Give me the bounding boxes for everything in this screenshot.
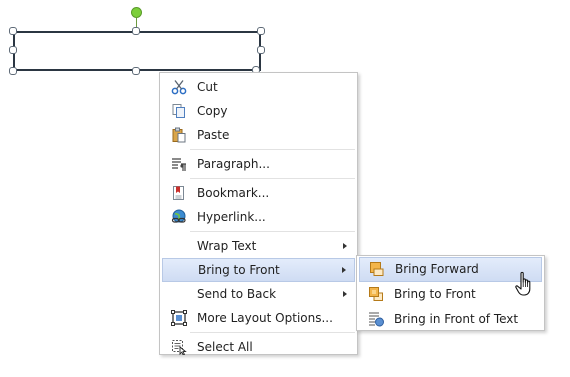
menu-item-more-layout-options[interactable]: More Layout Options... [162, 306, 355, 330]
resize-handle-middle-left[interactable] [9, 46, 17, 54]
bring-to-front-icon [369, 287, 383, 301]
submenu-item-label: Bring Forward [395, 262, 479, 276]
menu-item-select-all[interactable]: Select All [162, 335, 355, 359]
menu-item-label: Send to Back [197, 287, 277, 301]
submenu-item-bring-in-front-of-text[interactable]: Bring in Front of Text [359, 307, 542, 332]
select-all-icon [172, 340, 187, 355]
bookmark-icon [173, 186, 184, 200]
menu-item-bookmark[interactable]: Bookmark... [162, 181, 355, 205]
paste-icon [172, 127, 186, 143]
submenu-arrow-icon [343, 291, 347, 297]
menu-separator [190, 178, 355, 179]
menu-item-paste[interactable]: Paste [162, 123, 355, 147]
menu-item-label: Bookmark... [197, 186, 270, 200]
rotation-handle[interactable] [131, 7, 142, 18]
menu-separator [190, 149, 355, 150]
menu-item-label: More Layout Options... [197, 311, 333, 325]
submenu-item-label: Bring in Front of Text [394, 312, 519, 326]
menu-separator [190, 332, 355, 333]
menu-item-bring-to-front[interactable]: Bring to Front [162, 258, 355, 282]
layout-options-icon [171, 310, 187, 326]
resize-handle-bottom-left[interactable] [9, 67, 17, 75]
resize-handle-top-center[interactable] [132, 27, 140, 35]
menu-item-send-to-back[interactable]: Send to Back [162, 282, 355, 306]
menu-item-copy[interactable]: Copy [162, 99, 355, 123]
menu-item-label: Paragraph... [197, 157, 270, 171]
bring-forward-icon [370, 262, 384, 276]
resize-handle-bottom-center[interactable] [132, 67, 140, 75]
menu-item-wrap-text[interactable]: Wrap Text [162, 234, 355, 258]
submenu-item-label: Bring to Front [394, 287, 476, 301]
menu-item-label: Cut [197, 80, 218, 94]
bring-in-front-of-text-icon [369, 312, 384, 327]
resize-handle-top-right[interactable] [257, 27, 265, 35]
menu-item-cut[interactable]: Cut [162, 75, 355, 99]
hyperlink-icon [171, 209, 186, 223]
submenu-arrow-icon [342, 267, 346, 273]
menu-item-label: Hyperlink... [197, 210, 266, 224]
submenu-arrow-icon [343, 243, 347, 249]
resize-handle-middle-right[interactable] [257, 46, 265, 54]
paragraph-icon [172, 158, 186, 171]
menu-item-label: Bring to Front [198, 263, 280, 277]
menu-item-label: Select All [197, 340, 253, 354]
resize-handle-top-left[interactable] [9, 27, 17, 35]
selected-shape[interactable] [13, 31, 261, 71]
menu-item-label: Wrap Text [197, 239, 257, 253]
context-menu: Cut Copy Paste Paragraph... Bookmark... … [159, 72, 358, 355]
scissors-icon [171, 80, 187, 95]
menu-item-hyperlink[interactable]: Hyperlink... [162, 205, 355, 229]
menu-item-label: Copy [197, 104, 228, 118]
menu-item-paragraph[interactable]: Paragraph... [162, 152, 355, 176]
menu-item-label: Paste [197, 128, 230, 142]
menu-separator [190, 231, 355, 232]
copy-icon [172, 104, 185, 118]
hand-pointer-cursor-icon [515, 271, 531, 296]
